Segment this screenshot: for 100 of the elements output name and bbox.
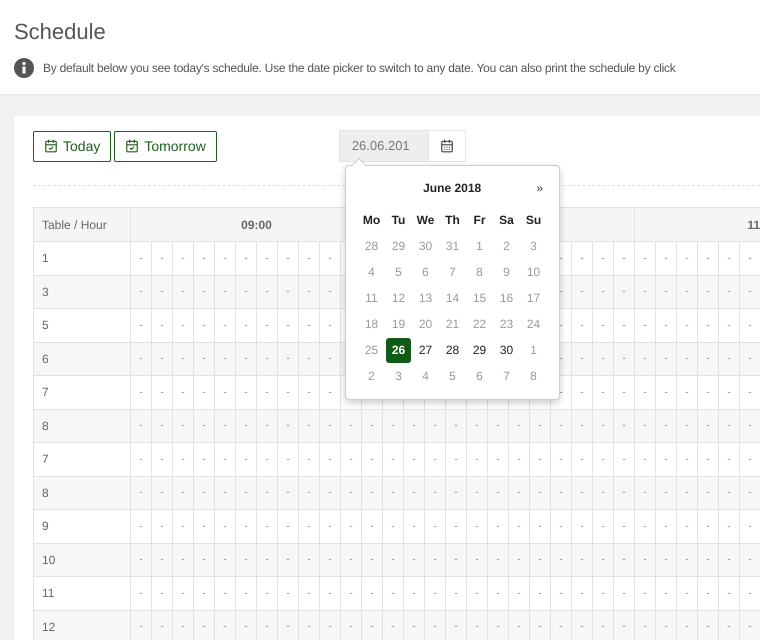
table-cell: - <box>328 454 332 465</box>
table-cell: - <box>286 386 290 398</box>
table-cell: - <box>643 353 647 364</box>
calendar-day[interactable]: 27 <box>413 338 438 362</box>
date-button[interactable]: Tomorrow <box>114 130 217 162</box>
table-cell: - <box>328 386 332 398</box>
calendar-day[interactable]: 28 <box>440 338 465 362</box>
calendar-day[interactable]: 29 <box>467 338 492 362</box>
table-cell: - <box>580 420 584 432</box>
weekday-label: We <box>416 212 436 229</box>
table-cell: - <box>181 487 185 498</box>
table-cell: - <box>328 420 332 432</box>
table-cell: - <box>265 621 269 632</box>
table-cell: - <box>748 353 752 364</box>
table-cell: - <box>496 588 500 599</box>
table-cell: - <box>622 520 626 532</box>
table-cell: - <box>685 454 689 465</box>
table-cell: - <box>517 487 521 498</box>
table-cell: - <box>139 520 143 532</box>
info-text: By default below you see today's schedule. Use the date picker to switch to any date. You can also print the schedule by click <box>43 60 676 77</box>
table-cell: - <box>601 454 605 465</box>
table-row-label: 5 <box>34 308 130 342</box>
table-cell: - <box>517 588 521 599</box>
calendar-button[interactable] <box>428 130 466 162</box>
table-cell: - <box>307 554 311 566</box>
table-row-label: 1 <box>34 242 130 275</box>
table-cell: - <box>307 320 311 331</box>
table-cell: - <box>727 487 731 498</box>
table-cell: - <box>160 520 164 532</box>
table-cell: - <box>244 520 248 532</box>
table-cell: - <box>160 487 164 498</box>
table-cell: - <box>139 420 143 432</box>
next-month-button[interactable]: » <box>532 179 547 197</box>
table-cell: - <box>307 487 311 498</box>
table-cell: - <box>538 588 542 599</box>
table-cell: - <box>223 320 227 331</box>
calendar-day[interactable]: 30 <box>494 338 519 362</box>
table-cell: - <box>181 353 185 364</box>
table-cell: - <box>454 454 458 465</box>
table-cell: - <box>244 286 248 298</box>
table-cell: - <box>328 286 332 298</box>
table-cell: - <box>664 420 668 432</box>
table-cell: - <box>454 487 458 498</box>
weekday-label: Fr <box>472 212 486 229</box>
table-cell: - <box>706 454 710 465</box>
table-cell: - <box>412 520 416 532</box>
table-cell: - <box>601 621 605 632</box>
table-cell: - <box>643 286 647 298</box>
table-cell: - <box>202 252 206 264</box>
table-cell: - <box>223 286 227 298</box>
table-cell: - <box>643 454 647 465</box>
table-cell: - <box>412 454 416 465</box>
table-cell: - <box>139 320 143 331</box>
table-cell: - <box>223 386 227 398</box>
weekday-label: Sa <box>498 212 515 229</box>
table-cell: - <box>643 320 647 331</box>
table-cell: - <box>517 520 521 532</box>
table-cell: - <box>202 554 206 566</box>
date-input[interactable]: 26.06.201 <box>338 130 429 162</box>
table-cell: - <box>328 621 332 632</box>
table-cell: - <box>664 621 668 632</box>
month-label: June 2018 <box>422 180 482 197</box>
table-cell: - <box>664 554 668 566</box>
table-cell: - <box>685 487 689 498</box>
table-cell: - <box>559 554 563 566</box>
table-cell: - <box>223 487 227 498</box>
date-button[interactable]: Today <box>33 130 112 162</box>
table-cell: - <box>139 554 143 566</box>
table-cell: - <box>391 588 395 599</box>
table-cell: - <box>580 588 584 599</box>
table-cell: - <box>265 454 269 465</box>
table-cell: - <box>685 386 689 398</box>
table-cell: - <box>454 621 458 632</box>
table-cell: - <box>433 588 437 599</box>
table-cell: - <box>349 420 353 432</box>
table-cell: - <box>643 520 647 532</box>
table-cell: - <box>496 454 500 465</box>
table-cell: - <box>412 554 416 566</box>
table-cell: - <box>580 353 584 364</box>
table-cell: - <box>706 520 710 532</box>
calendar-day[interactable]: 26 <box>386 338 411 362</box>
table-cell: - <box>265 286 269 298</box>
table-cell: - <box>643 588 647 599</box>
info-icon <box>14 58 34 78</box>
table-cell: - <box>223 454 227 465</box>
table-cell: - <box>580 320 584 331</box>
table-cell: - <box>328 520 332 532</box>
table-cell: - <box>454 554 458 566</box>
table-cell: - <box>622 286 626 298</box>
table-cell: - <box>307 252 311 264</box>
table-cell: - <box>202 420 206 432</box>
table-cell: - <box>643 621 647 632</box>
table-cell: - <box>139 252 143 264</box>
table-cell: - <box>349 554 353 566</box>
table-cell: - <box>370 554 374 566</box>
table-cell: - <box>286 320 290 331</box>
table-cell: - <box>244 588 248 599</box>
table-cell: - <box>139 286 143 298</box>
table-row-label: 12 <box>34 610 130 640</box>
table-cell: - <box>412 487 416 498</box>
